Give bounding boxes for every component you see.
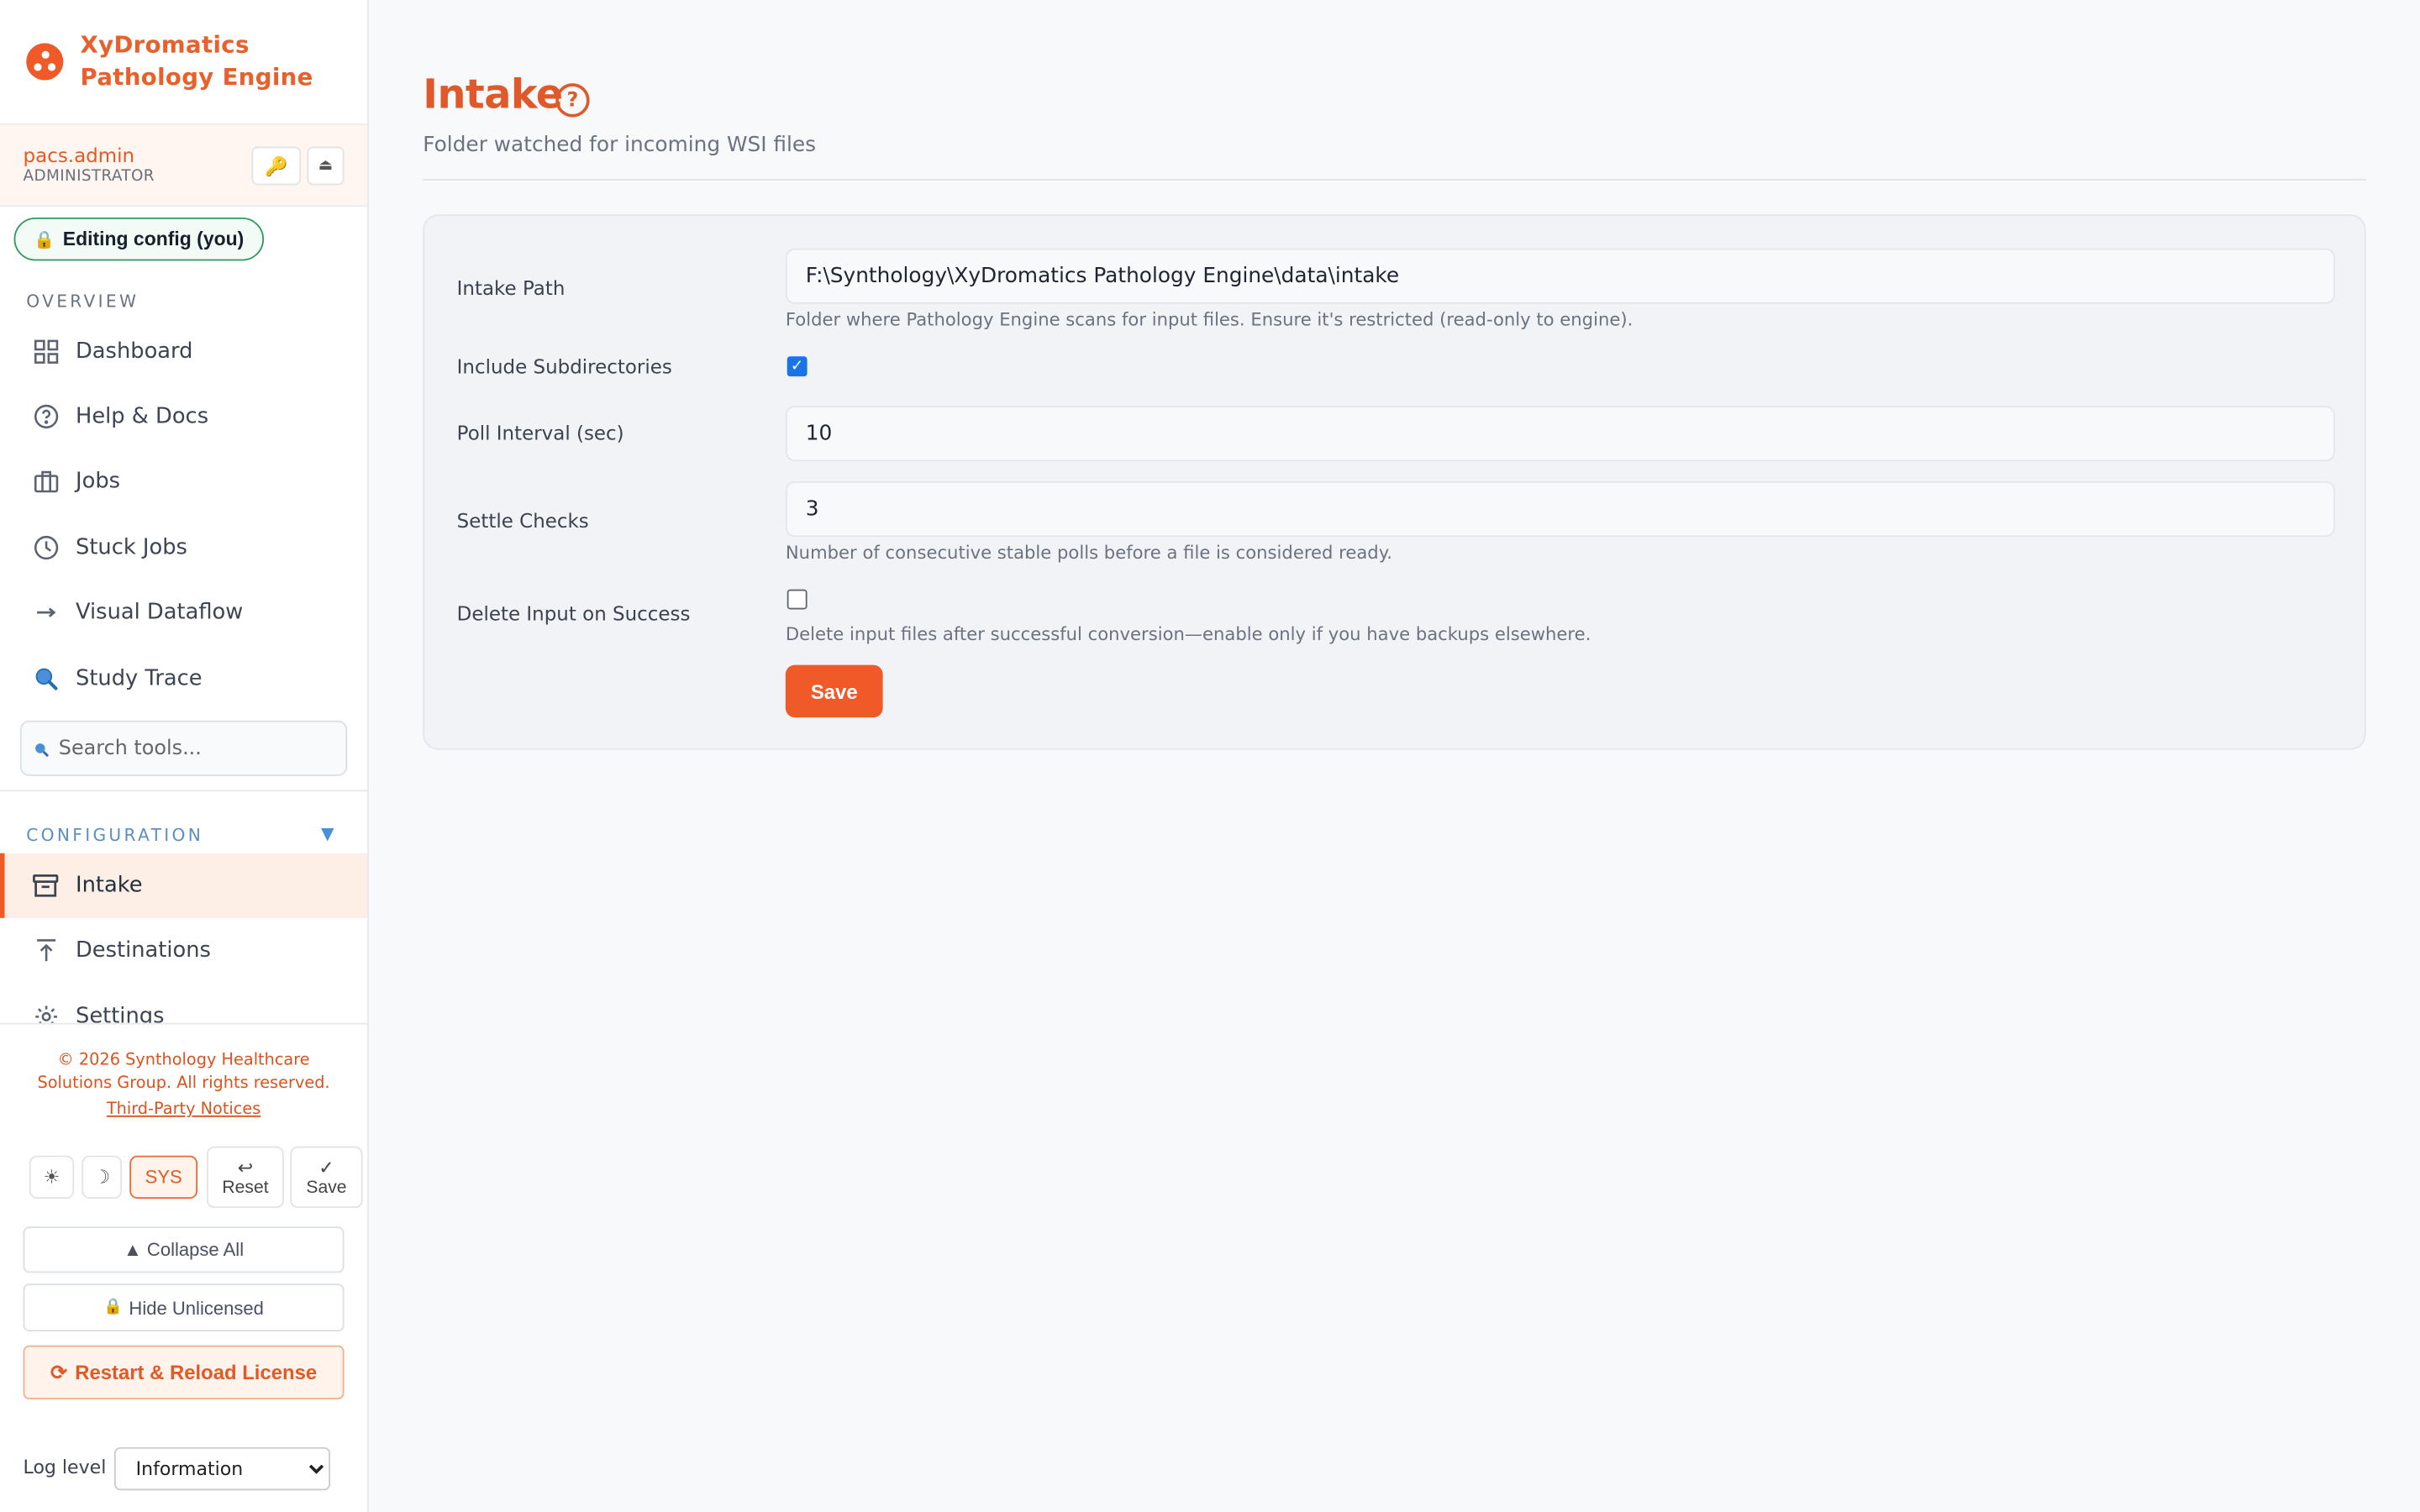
poll-interval-label: Poll Interval (sec): [456, 421, 624, 444]
intake-path-hint: Folder where Pathology Engine scans for …: [785, 308, 1634, 331]
settle-checks-label: Settle Checks: [456, 509, 589, 533]
delete-input-hint: Delete input files after successful conv…: [785, 623, 1591, 645]
include-subdirectories-checkbox[interactable]: ✓: [786, 356, 808, 377]
save-button[interactable]: Save: [785, 664, 883, 718]
intake-settings-card: Intake Path F:\Synthology\XyDromatics Pa…: [423, 214, 2366, 750]
title-divider: [423, 179, 2366, 181]
intake-path-input[interactable]: F:\Synthology\XyDromatics Pathology Engi…: [785, 248, 2335, 304]
page-title: Intake: [423, 72, 563, 119]
intake-path-label: Intake Path: [456, 276, 566, 300]
include-subdirectories-label: Include Subdirectories: [456, 354, 672, 378]
main-content: Intake ? Folder watched for incoming WSI…: [0, 0, 2420, 1512]
page-subtitle: Folder watched for incoming WSI files: [423, 132, 817, 158]
delete-input-checkbox[interactable]: [786, 589, 808, 610]
delete-input-label: Delete Input on Success: [456, 601, 691, 625]
settle-checks-hint: Number of consecutive stable polls befor…: [785, 541, 1392, 564]
poll-interval-input[interactable]: 10: [785, 406, 2335, 462]
settle-checks-input[interactable]: 3: [785, 481, 2335, 538]
help-icon[interactable]: ?: [555, 83, 590, 118]
